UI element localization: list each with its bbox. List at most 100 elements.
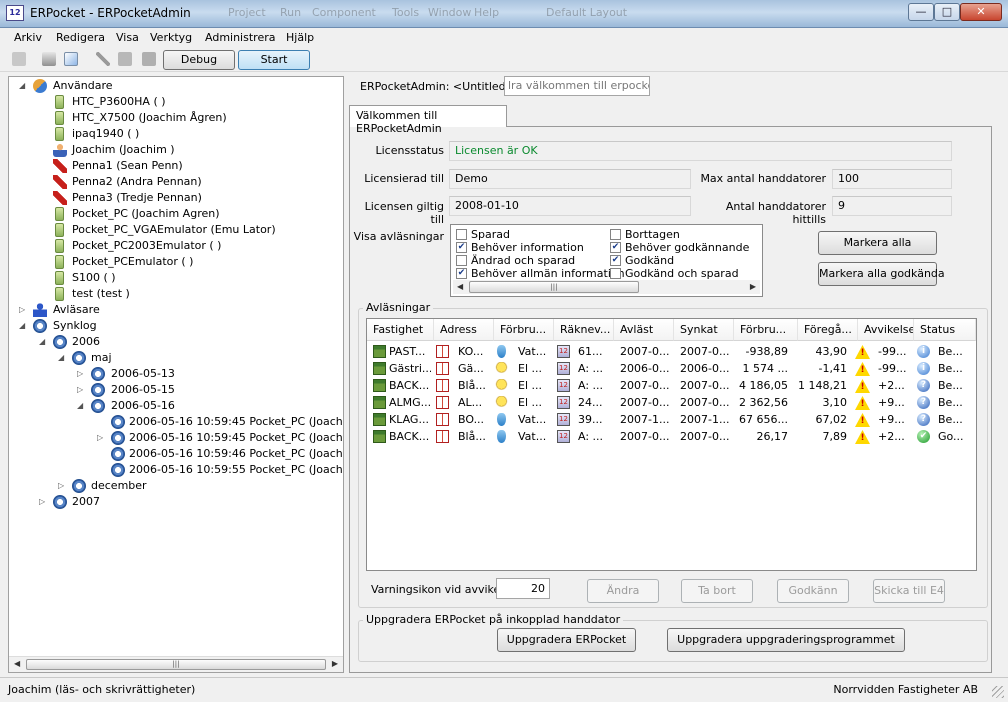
expand-icon[interactable]: ▷	[19, 302, 29, 318]
threshold-input[interactable]: 20	[496, 578, 550, 599]
scroll-left-icon[interactable]: ◀	[14, 659, 20, 668]
tree-node-month[interactable]: ▷ december	[9, 478, 339, 494]
new-icon[interactable]	[12, 52, 26, 66]
column-header[interactable]: Föregå...	[798, 319, 858, 341]
scroll-left-icon[interactable]: ◀	[457, 282, 463, 291]
tree-horizontal-scrollbar[interactable]: ◀ ||| ▶	[9, 656, 343, 672]
tree-node-synclog[interactable]: ◢ Synklog	[9, 318, 339, 334]
tree-node-user[interactable]: Pocket_PC2003Emulator ( )	[9, 238, 339, 254]
print-preview-icon[interactable]	[64, 52, 78, 66]
column-header[interactable]: Synkat	[674, 319, 734, 341]
tree-node-user[interactable]: test (test )	[9, 286, 339, 302]
table-row[interactable]: PAST... KO... Vat... 12 61... 2007-0... 2007-0…	[367, 343, 976, 360]
tree-node-sync-entry[interactable]: 2006-05-16 10:59:45 Pocket_PC (Joachim A…	[9, 414, 343, 430]
mark-all-approved-button[interactable]: Markera alla godkända	[818, 262, 945, 286]
tree-node-day[interactable]: ▷ 2006-05-15	[9, 382, 339, 398]
table-row[interactable]: BACK... Blå... El ... 12 A: ... 2007-0... 2007…	[367, 377, 976, 394]
minimize-button[interactable]: —	[908, 3, 934, 21]
tree-node-user[interactable]: HTC_P3600HA ( )	[9, 94, 339, 110]
menu-verktyg[interactable]: Verktyg	[150, 31, 192, 44]
tree-node-sync-entry[interactable]: ▷ 2006-05-16 10:59:45 Pocket_PC (Joachim…	[9, 430, 343, 446]
checked-icon[interactable]: ✔	[456, 268, 467, 279]
tree-node-user[interactable]: S100 ( )	[9, 270, 339, 286]
collapse-icon[interactable]: ◢	[19, 78, 29, 94]
tree-node-user[interactable]: Penna2 (Andra Pennan)	[9, 174, 339, 190]
paste-icon[interactable]	[142, 52, 156, 66]
tab-welcome[interactable]: Välkommen till ERPocketAdmin	[349, 105, 507, 135]
expand-icon[interactable]: ▷	[97, 430, 107, 446]
table-row[interactable]: ALMG... AL... El ... 12 24... 2007-0... 2007-0…	[367, 394, 976, 411]
column-header[interactable]: Förbru...	[494, 319, 554, 341]
column-header[interactable]: Adress	[434, 319, 494, 341]
mark-all-button[interactable]: Markera alla	[818, 231, 937, 255]
collapse-icon[interactable]: ◢	[58, 350, 68, 366]
tree-node-year[interactable]: ◢ 2006	[9, 334, 339, 350]
upgrade-erpocket-button[interactable]: Uppgradera ERPocket	[497, 628, 636, 652]
title-bar[interactable]: 12 ERPocket - ERPocketAdmin Project Run …	[0, 0, 1008, 28]
filter-horizontal-scrollbar[interactable]: ◀ ||| ▶	[453, 280, 760, 294]
column-header[interactable]: Avläst	[614, 319, 674, 341]
upgrade-updater-button[interactable]: Uppgradera uppgraderingsprogrammet	[667, 628, 905, 652]
delete-button[interactable]: Ta bort	[681, 579, 753, 603]
table-row[interactable]: Gästri... Gä... El ... 12 A: ... 2006-0... 200…	[367, 360, 976, 377]
start-button[interactable]: Start	[238, 50, 310, 70]
resize-grip-icon[interactable]	[992, 686, 1004, 698]
tree-node-user[interactable]: Penna3 (Tredje Pennan)	[9, 190, 339, 206]
checked-icon[interactable]: ✔	[610, 242, 621, 253]
scrollbar-thumb[interactable]: |||	[469, 281, 639, 293]
scroll-right-icon[interactable]: ▶	[332, 659, 338, 668]
tree-node-user[interactable]: Pocket_PC_VGAEmulator (Emu Lator)	[9, 222, 339, 238]
tree-node-year[interactable]: ▷ 2007	[9, 494, 339, 510]
tree-node-user[interactable]: Penna1 (Sean Penn)	[9, 158, 339, 174]
tree-node-user[interactable]: Pocket_PC (Joachim Agren)	[9, 206, 339, 222]
tree-node-day[interactable]: ◢ 2006-05-16	[9, 398, 339, 414]
column-header[interactable]: Räknev...	[554, 319, 614, 341]
tree-node-readers[interactable]: ▷ Avläsare	[9, 302, 339, 318]
unchecked-icon[interactable]	[456, 255, 467, 266]
expand-icon[interactable]: ▷	[77, 366, 87, 382]
checked-icon[interactable]: ✔	[456, 242, 467, 253]
expand-icon[interactable]: ▷	[39, 494, 49, 510]
expand-icon[interactable]: ▷	[58, 478, 68, 494]
navigation-tree[interactable]: ◢ Användare HTC_P3600HA ( ) HTC_X7500 (Jo…	[8, 76, 344, 673]
debug-button[interactable]: Debug	[163, 50, 235, 70]
column-header[interactable]: Status	[914, 319, 976, 341]
tree-node-day[interactable]: ▷ 2006-05-13	[9, 366, 339, 382]
tree-node-sync-entry[interactable]: 2006-05-16 10:59:46 Pocket_PC (Joachim A…	[9, 446, 343, 462]
send-to-e4-button[interactable]: Skicka till E4	[873, 579, 945, 603]
scroll-right-icon[interactable]: ▶	[750, 282, 756, 291]
tree-node-user[interactable]: ipaq1940 ( )	[9, 126, 339, 142]
tree-node-user[interactable]: Joachim (Joachim )	[9, 142, 339, 158]
checked-icon[interactable]: ✔	[610, 255, 621, 266]
unchecked-icon[interactable]	[456, 229, 467, 240]
tree-node-user[interactable]: HTC_X7500 (Joachim Ågren)	[9, 110, 339, 126]
expand-icon[interactable]: ▷	[77, 382, 87, 398]
cut-icon[interactable]	[96, 52, 110, 66]
menu-arkiv[interactable]: Arkiv	[14, 31, 42, 44]
readings-table[interactable]: Fastighet Adress Förbru... Räknev... Avläst S…	[366, 318, 977, 571]
tree-node-month[interactable]: ◢ maj	[9, 350, 339, 366]
tree-node-users[interactable]: ◢ Användare	[9, 78, 339, 94]
edit-button[interactable]: Ändra	[587, 579, 659, 603]
tree-node-sync-entry[interactable]: 2006-05-16 10:59:55 Pocket_PC (Joachim A…	[9, 462, 343, 478]
menu-redigera[interactable]: Redigera	[56, 31, 105, 44]
collapse-icon[interactable]: ◢	[19, 318, 29, 334]
close-button[interactable]: ✕	[960, 3, 1002, 21]
menu-hjalp[interactable]: Hjälp	[286, 31, 314, 44]
table-row[interactable]: BACK... Blå... Vat... 12 A: ... 2007-0... 2007…	[367, 428, 976, 445]
maximize-button[interactable]: □	[934, 3, 960, 21]
column-header[interactable]: Avvikelse	[858, 319, 914, 341]
column-header[interactable]: Förbru...	[734, 319, 798, 341]
print-icon[interactable]	[42, 52, 56, 66]
menu-visa[interactable]: Visa	[116, 31, 139, 44]
column-header[interactable]: Fastighet	[367, 319, 434, 341]
collapse-icon[interactable]: ◢	[77, 398, 87, 414]
table-row[interactable]: KLAG... BO... Vat... 12 39... 2007-1... 2007-1…	[367, 411, 976, 428]
document-title-field[interactable]: lra välkommen till erpocketadmin	[504, 76, 650, 96]
scrollbar-thumb[interactable]: |||	[26, 659, 326, 670]
approve-button[interactable]: Godkänn	[777, 579, 849, 603]
collapse-icon[interactable]: ◢	[39, 334, 49, 350]
unchecked-icon[interactable]	[610, 229, 621, 240]
tree-node-user[interactable]: Pocket_PCEmulator ( )	[9, 254, 339, 270]
unchecked-icon[interactable]	[610, 268, 621, 279]
